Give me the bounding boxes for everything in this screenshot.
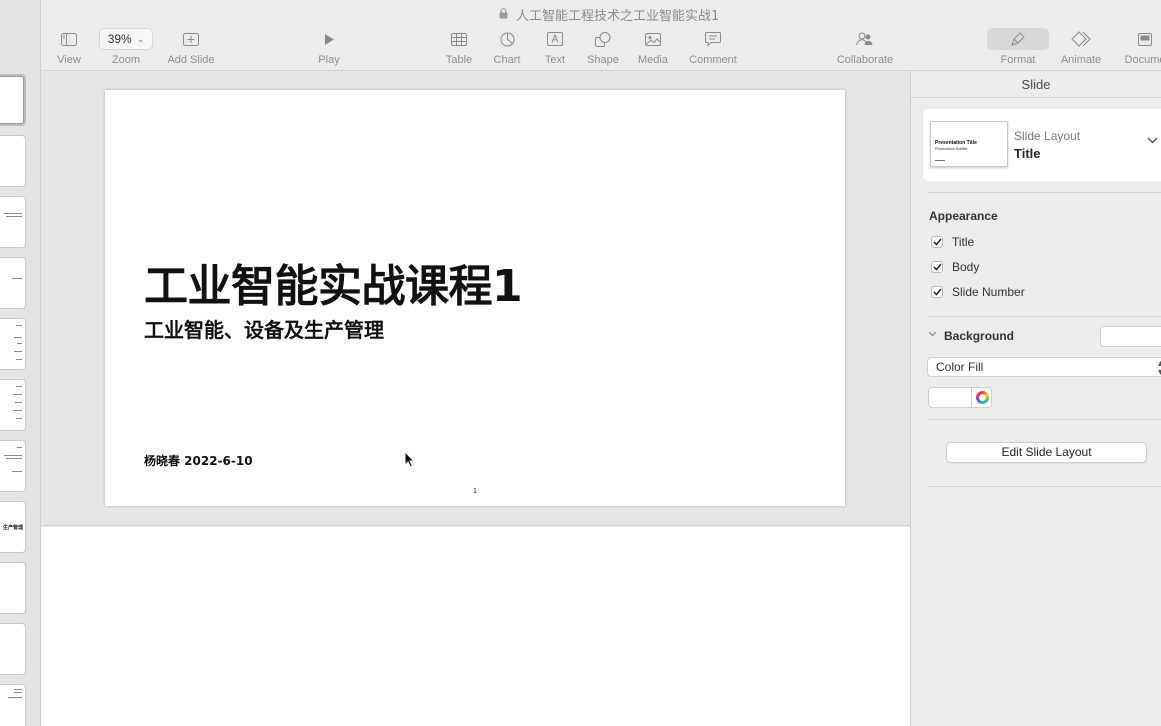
document-button[interactable]: Docume	[1110, 28, 1161, 66]
chevron-down-icon[interactable]	[1147, 137, 1158, 144]
format-button-highlight[interactable]	[987, 28, 1049, 50]
slide-layout-caption: Slide Layout	[1014, 129, 1081, 143]
slide-thumbnail-8[interactable]: 生产管理	[0, 501, 26, 553]
checkbox-checked[interactable]	[931, 236, 943, 248]
photo-icon	[645, 28, 661, 50]
table-icon	[451, 28, 467, 50]
fill-type-select[interactable]: Color Fill ▴▾	[927, 357, 1161, 378]
zoom-select[interactable]: 39% ⌄	[99, 28, 153, 50]
play-button[interactable]: Play	[294, 28, 364, 66]
background-color-swatch[interactable]	[1100, 326, 1161, 347]
checkbox-checked[interactable]	[931, 261, 943, 273]
slide-thumbnail-6[interactable]	[0, 379, 26, 431]
animate-diamond-icon	[1071, 28, 1091, 50]
slide-thumbnail-10[interactable]	[0, 623, 26, 675]
text-label: Text	[544, 54, 566, 66]
lock-icon	[499, 8, 508, 19]
format-label: Format	[1000, 54, 1036, 66]
add-slide-button[interactable]: Add Slide	[156, 28, 226, 66]
slide-subtitle[interactable]: 工业智能、设备及生产管理	[144, 314, 384, 343]
appearance-title-label: Title	[952, 235, 975, 249]
collaborate-icon	[856, 28, 874, 50]
chart-label: Chart	[493, 54, 521, 66]
document-label: Docume	[1124, 54, 1161, 66]
collaborate-label: Collaborate	[836, 54, 894, 66]
slide-thumbnail-9[interactable]	[0, 562, 26, 614]
slide-thumbnail-5[interactable]	[0, 318, 26, 370]
slide-layout-picker[interactable]: Presentation Title Presentation Subtitle…	[923, 109, 1161, 181]
zoom-value: 39%	[107, 32, 132, 46]
appearance-title-checkbox[interactable]: Title	[931, 235, 974, 249]
slide-navigator[interactable]: 生产管理	[0, 0, 41, 726]
comment-button[interactable]: Comment	[678, 28, 748, 66]
comment-label: Comment	[689, 54, 737, 66]
animate-label: Animate	[1060, 54, 1102, 66]
canvas-empty-area[interactable]	[41, 527, 910, 726]
zoom-control[interactable]: 39% ⌄ Zoom	[91, 28, 161, 66]
add-slide-label: Add Slide	[167, 54, 215, 66]
play-icon	[323, 28, 335, 50]
document-icon	[1138, 28, 1152, 50]
slide-number: 1	[473, 488, 477, 495]
current-slide[interactable]: 工业智能实战课程1 工业智能、设备及生产管理 杨晓春 2022-6-10 1	[105, 90, 845, 506]
sidebar-icon	[61, 28, 77, 50]
inspector-panel: Slide Presentation Title Presentation Su…	[910, 71, 1161, 726]
appearance-heading: Appearance	[929, 209, 998, 223]
edit-slide-layout-button[interactable]: Edit Slide Layout	[946, 442, 1147, 463]
mouse-cursor-icon	[404, 451, 415, 468]
window-title: 人工智能工程技术之工业智能实战1	[516, 9, 720, 24]
slide-thumbnail-1[interactable]	[0, 74, 26, 126]
appearance-body-label: Body	[952, 260, 980, 274]
checkmark-icon	[932, 288, 942, 296]
play-label: Play	[318, 54, 340, 66]
shape-icon	[595, 28, 611, 50]
zoom-label: Zoom	[111, 54, 141, 66]
text-box-icon	[547, 28, 563, 50]
layout-thumb-title: Presentation Title	[935, 140, 977, 146]
slide-thumbnail-11[interactable]	[0, 684, 26, 726]
table-label: Table	[445, 54, 473, 66]
disclosure-chevron-icon[interactable]	[928, 331, 937, 337]
media-label: Media	[638, 54, 668, 66]
slide-thumbnail-8-title: 生产管理	[2, 525, 23, 531]
color-well[interactable]	[928, 387, 992, 408]
fill-type-value: Color Fill	[936, 360, 984, 374]
toolbar: 人工智能工程技术之工业智能实战1 View 39% ⌄ Zoom Add Sli…	[41, 0, 1161, 71]
slide-author-date[interactable]: 杨晓春 2022-6-10	[144, 452, 253, 469]
checkmark-icon	[932, 238, 942, 246]
paintbrush-icon	[1011, 32, 1025, 46]
chart-icon	[500, 28, 515, 50]
slide-layout-thumbnail: Presentation Title Presentation Subtitle	[930, 121, 1008, 167]
slide-thumbnail-2[interactable]	[0, 135, 26, 187]
checkmark-icon	[932, 263, 942, 271]
chevron-down-icon: ⌄	[136, 33, 145, 44]
inspector-tab-slide[interactable]: Slide	[911, 71, 1161, 98]
collaborate-button[interactable]: Collaborate	[830, 28, 900, 66]
comment-icon	[705, 28, 721, 50]
slide-thumbnail-3[interactable]	[0, 196, 26, 248]
add-slide-icon	[183, 28, 199, 50]
color-wheel-icon[interactable]	[976, 391, 989, 404]
view-label: View	[57, 54, 81, 66]
animate-button[interactable]: Animate	[1046, 28, 1116, 66]
slide-title[interactable]: 工业智能实战课程1	[144, 250, 523, 314]
layout-thumb-subtitle: Presentation Subtitle	[935, 147, 968, 151]
format-button[interactable]: Format	[983, 28, 1053, 66]
slide-thumbnail-4[interactable]	[0, 257, 26, 309]
appearance-body-checkbox[interactable]: Body	[931, 260, 979, 274]
appearance-slide-number-checkbox[interactable]: Slide Number	[931, 285, 1025, 299]
background-heading: Background	[944, 329, 1015, 343]
slide-thumbnail-7[interactable]	[0, 440, 26, 492]
checkbox-checked[interactable]	[931, 286, 943, 298]
slide-layout-name: Title	[1014, 146, 1041, 161]
appearance-slide-number-label: Slide Number	[952, 285, 1025, 299]
shape-label: Shape	[587, 54, 619, 66]
